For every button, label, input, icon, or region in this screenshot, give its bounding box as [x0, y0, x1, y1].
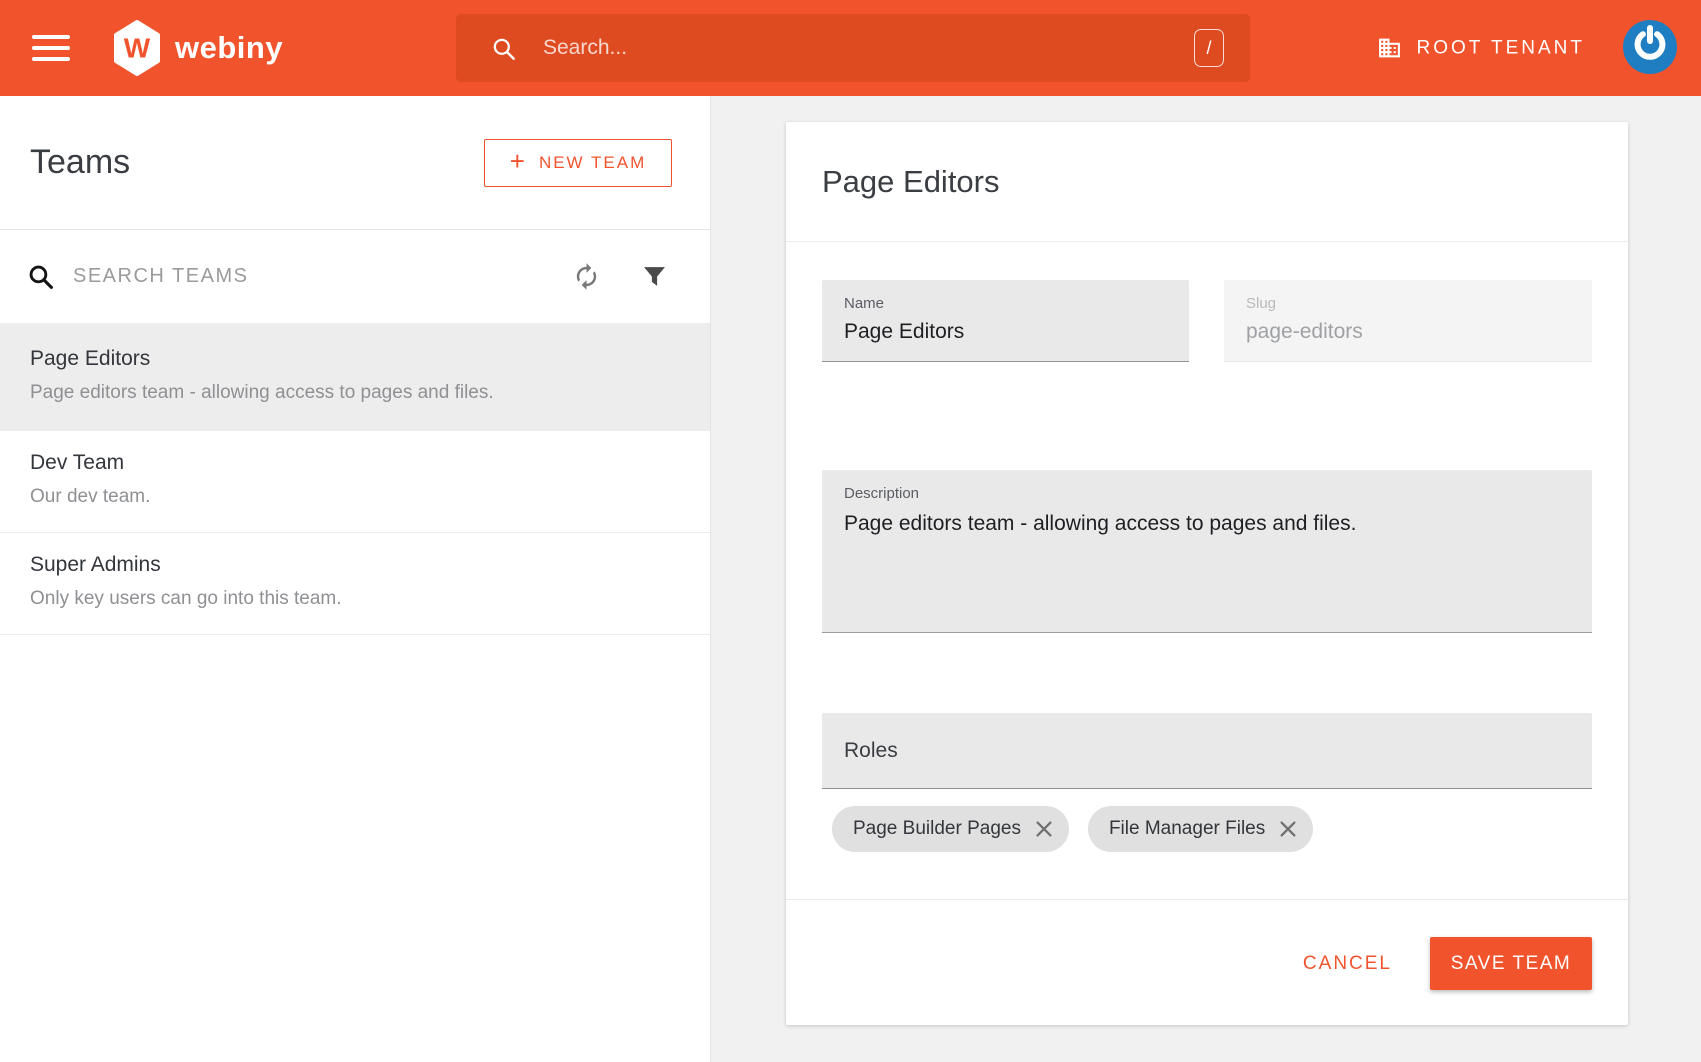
save-team-button[interactable]: SAVE TEAM	[1430, 937, 1592, 990]
close-icon	[1279, 820, 1297, 838]
team-name: Super Admins	[30, 553, 680, 577]
team-name: Page Editors	[30, 347, 680, 371]
logo-letter: W	[124, 33, 151, 64]
team-row-page-editors[interactable]: Page Editors Page editors team - allowin…	[0, 323, 710, 431]
search-icon	[26, 262, 55, 291]
slug-field-label: Slug	[1246, 295, 1592, 312]
cancel-button[interactable]: CANCEL	[1291, 943, 1404, 985]
app-root: W webiny Search... / ROOT TENANT	[0, 0, 1701, 1062]
chip-label: Page Builder Pages	[853, 818, 1021, 840]
global-search-input[interactable]: Search... /	[456, 14, 1250, 82]
search-icon	[490, 35, 517, 62]
team-row-dev-team[interactable]: Dev Team Our dev team.	[0, 431, 710, 533]
team-list: Page Editors Page editors team - allowin…	[0, 323, 710, 635]
refresh-button[interactable]	[572, 262, 601, 291]
description-field[interactable]: Description Page editors team - allowing…	[822, 470, 1592, 633]
page-title: Teams	[30, 143, 130, 182]
chip-remove-button[interactable]	[1035, 820, 1053, 838]
webiny-hexagon-icon: W	[112, 20, 162, 76]
teams-list-panel: Teams + NEW TEAM SEARCH TEAMS	[0, 96, 711, 1062]
tenant-selector[interactable]: ROOT TENANT	[1377, 36, 1585, 61]
webiny-logo[interactable]: W webiny	[112, 20, 283, 76]
name-field[interactable]: Name Page Editors	[822, 280, 1189, 362]
name-field-value: Page Editors	[844, 320, 1189, 344]
chip-label: File Manager Files	[1109, 818, 1265, 840]
description-field-label: Description	[844, 485, 1592, 502]
search-teams-placeholder: SEARCH TEAMS	[73, 265, 248, 288]
card-footer: CANCEL SAVE TEAM	[786, 900, 1628, 990]
slug-field-value: page-editors	[1246, 320, 1592, 344]
team-description: Only key users can go into this team.	[30, 588, 680, 610]
roles-field[interactable]: Roles	[822, 713, 1592, 789]
name-field-label: Name	[844, 295, 1189, 312]
plus-icon: +	[510, 146, 527, 177]
close-icon	[1035, 820, 1053, 838]
search-teams-input[interactable]: SEARCH TEAMS	[0, 229, 710, 323]
card-header: Page Editors	[786, 122, 1628, 242]
brand-name: webiny	[175, 30, 283, 66]
new-team-button-label: NEW TEAM	[539, 153, 646, 173]
teams-panel-header: Teams + NEW TEAM	[0, 96, 710, 229]
team-description: Our dev team.	[30, 486, 680, 508]
team-detail-title: Page Editors	[822, 164, 1000, 200]
team-description: Page editors team - allowing access to p…	[30, 382, 680, 404]
chip-file-manager-files: File Manager Files	[1088, 806, 1313, 852]
refresh-icon	[572, 262, 601, 291]
new-team-button[interactable]: + NEW TEAM	[484, 139, 672, 187]
chip-page-builder-pages: Page Builder Pages	[832, 806, 1069, 852]
filter-funnel-icon	[643, 266, 666, 287]
user-avatar[interactable]	[1623, 20, 1677, 74]
power-avatar-icon	[1623, 20, 1677, 74]
menu-icon[interactable]	[32, 33, 72, 63]
description-field-value: Page editors team - allowing access to p…	[844, 512, 1592, 536]
tenant-label: ROOT TENANT	[1417, 37, 1585, 59]
team-row-super-admins[interactable]: Super Admins Only key users can go into …	[0, 533, 710, 635]
roles-field-label: Roles	[844, 739, 898, 763]
slug-field: Slug page-editors	[1224, 280, 1592, 362]
filter-button[interactable]	[643, 266, 666, 287]
chip-remove-button[interactable]	[1279, 820, 1297, 838]
search-placeholder: Search...	[543, 36, 627, 60]
building-icon	[1377, 36, 1402, 61]
team-detail-card: Page Editors Name Page Editors Slug page…	[786, 122, 1628, 1025]
app-header: W webiny Search... / ROOT TENANT	[0, 0, 1701, 96]
slash-key-icon: /	[1194, 29, 1224, 67]
team-detail-area: Page Editors Name Page Editors Slug page…	[711, 96, 1701, 1062]
role-chips: Page Builder Pages File Manager Files	[832, 806, 1313, 852]
team-name: Dev Team	[30, 451, 680, 475]
